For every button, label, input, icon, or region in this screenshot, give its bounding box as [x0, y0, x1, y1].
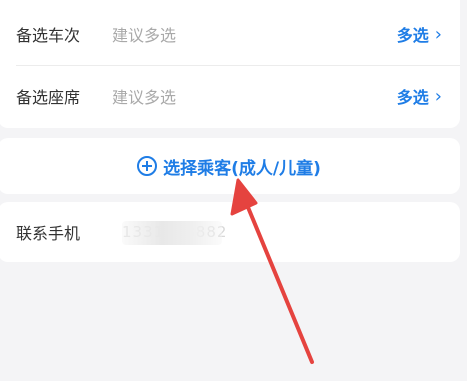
red-pointer-arrow	[230, 178, 314, 364]
arrow-head	[230, 178, 258, 216]
arrow-shaft	[243, 198, 314, 364]
booking-page: 备选车次 建议多选 多选 › 备选座席 建议多选 多选 › 选择乘客(成人/儿童…	[0, 0, 467, 381]
